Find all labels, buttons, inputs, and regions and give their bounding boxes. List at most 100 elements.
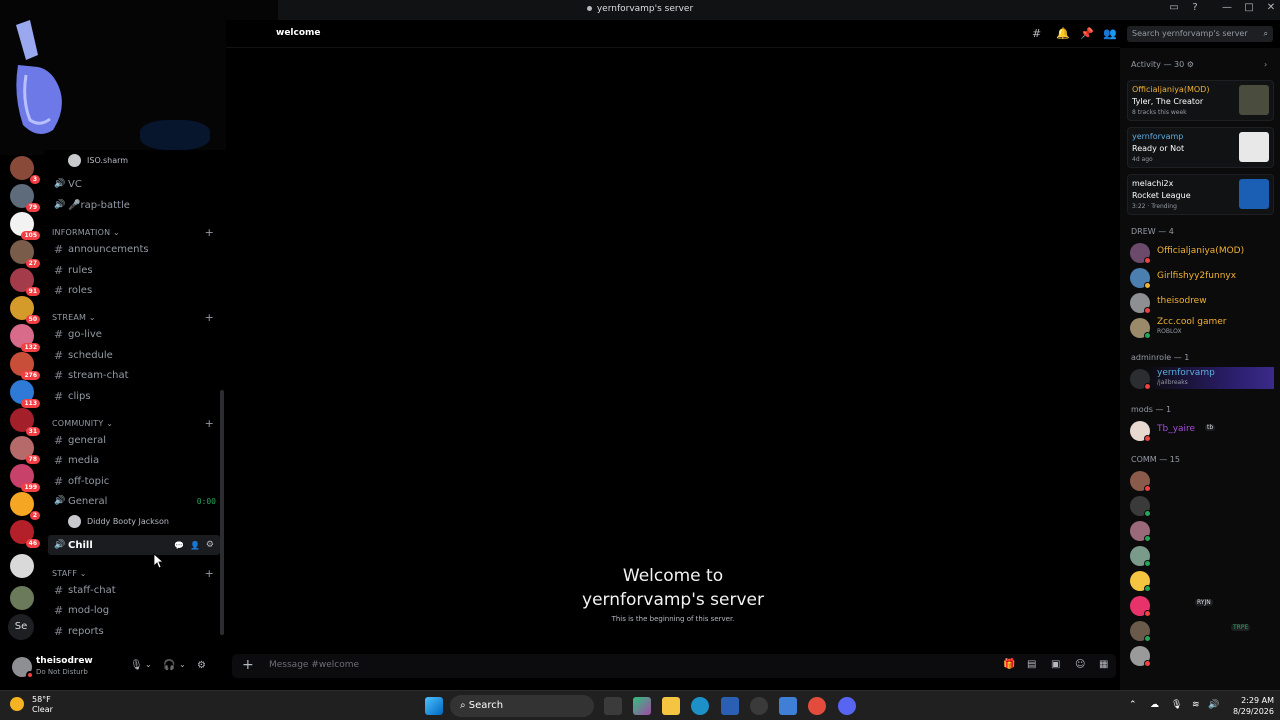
member-item[interactable]: TRPE	[1130, 619, 1274, 642]
member-item[interactable]: Officialjaniya(MOD)	[1130, 241, 1274, 264]
clock[interactable]: 2:29 AM 8/29/2026	[1222, 695, 1274, 717]
voice-channel-chill[interactable]: 🔊 Chill 💬 👤 ⚙	[48, 535, 220, 555]
message-input[interactable]: Message #welcome	[269, 660, 359, 670]
voice-channel-vc[interactable]: 🔊 VC	[48, 174, 220, 194]
member-item[interactable]: Girlfishyy2funnyx	[1130, 266, 1274, 289]
server-icon[interactable]: 46	[10, 520, 40, 548]
chevron-right-icon[interactable]: ›	[1264, 60, 1267, 69]
channel-scrollbar[interactable]	[220, 390, 224, 635]
category-information[interactable]: INFORMATION ⌄ +	[52, 225, 220, 239]
microphone-icon[interactable]: 🎙	[1171, 700, 1182, 710]
microphone-icon[interactable]: 🎙	[130, 660, 143, 671]
channel-reports[interactable]: # reports	[48, 621, 220, 641]
discord-icon[interactable]	[838, 697, 856, 715]
gear-icon[interactable]: ⚙	[197, 660, 206, 671]
server-icon[interactable]	[10, 554, 34, 578]
member-item[interactable]: Tb_yaire tb	[1130, 419, 1274, 442]
channel-stream-chat[interactable]: # stream-chat	[48, 365, 220, 385]
member-item[interactable]	[1130, 519, 1274, 542]
server-icon[interactable]: 50	[10, 296, 40, 324]
message-composer[interactable]: + Message #welcome 🎁 ▤ ▣ ☺ ▦	[232, 654, 1116, 678]
voice-channel-rap-battle[interactable]: 🔊 🎤rap-battle	[48, 195, 220, 215]
server-icon[interactable]: 78	[10, 436, 40, 464]
voice-channel-general[interactable]: 🔊 General 0:00	[48, 491, 220, 511]
server-icon[interactable]: 79	[10, 184, 40, 212]
activity-card[interactable]: Officialjaniya(MOD) Tyler, The Creator 8…	[1127, 80, 1274, 121]
emoji-icon[interactable]: ☺	[1075, 659, 1085, 670]
store-icon[interactable]	[721, 697, 739, 715]
channel-schedule[interactable]: # schedule	[48, 345, 220, 365]
server-icon[interactable]: 3	[10, 156, 40, 184]
members-icon[interactable]: 👥	[1103, 27, 1117, 40]
apps-icon[interactable]: ▦	[1099, 659, 1108, 670]
chrome-icon[interactable]	[808, 697, 826, 715]
server-icon[interactable]: 91	[10, 268, 40, 296]
chevron-down-icon[interactable]: ⌄	[145, 660, 152, 669]
channel-general[interactable]: # general	[48, 430, 220, 450]
member-item[interactable]	[1130, 544, 1274, 567]
channel-roles[interactable]: # roles	[48, 280, 220, 300]
taskbar-search[interactable]: ⌕ Search	[450, 695, 594, 717]
activity-card[interactable]: yernforvamp Ready or Not 4d ago	[1127, 127, 1274, 168]
file-explorer-icon[interactable]	[662, 697, 680, 715]
chat-icon[interactable]: 💬	[174, 541, 184, 550]
server-icon[interactable]: 105	[10, 212, 40, 240]
sticker-icon[interactable]: ▣	[1051, 659, 1060, 670]
close-button[interactable]: ✕	[1264, 2, 1278, 13]
server-icon[interactable]	[10, 586, 34, 610]
voice-user[interactable]: Diddy Booty Jackson	[68, 513, 169, 529]
server-icon[interactable]: 27	[10, 240, 40, 268]
server-icon[interactable]: 113	[10, 380, 40, 408]
member-item[interactable]	[1130, 494, 1274, 517]
server-icon[interactable]: 276	[10, 352, 40, 380]
member-item[interactable]: RYJN	[1130, 594, 1274, 617]
help-icon[interactable]: ?	[1188, 2, 1202, 13]
server-icon[interactable]: 199	[10, 464, 40, 492]
task-view-icon[interactable]	[604, 697, 622, 715]
search-input[interactable]: Search yernforvamp's server ⌕	[1127, 26, 1273, 42]
category-staff[interactable]: STAFF ⌄ +	[52, 566, 220, 580]
steam-icon[interactable]	[750, 697, 768, 715]
add-channel-icon[interactable]: +	[205, 417, 214, 430]
minimize-button[interactable]: —	[1220, 2, 1234, 13]
channel-mod-log[interactable]: # mod-log	[48, 600, 220, 620]
server-icon-text[interactable]: Se	[8, 614, 34, 640]
channel-rules[interactable]: # rules	[48, 260, 220, 280]
member-item[interactable]: yernforvamp/jailbreaks	[1130, 367, 1274, 390]
voice-user[interactable]: ISO.sharm	[68, 152, 128, 168]
category-community[interactable]: COMMUNITY ⌄ +	[52, 416, 220, 430]
invite-icon[interactable]: 👤	[190, 541, 200, 550]
chevron-down-icon[interactable]: ⌄	[179, 660, 186, 669]
chevron-up-icon[interactable]: ⌃	[1129, 700, 1137, 710]
add-channel-icon[interactable]: +	[205, 311, 214, 324]
windows-start-icon[interactable]	[425, 697, 443, 715]
channel-go-live[interactable]: # go-live	[48, 324, 220, 344]
edge-icon[interactable]	[691, 697, 709, 715]
add-channel-icon[interactable]: +	[205, 567, 214, 580]
add-attachment-icon[interactable]: +	[242, 657, 254, 673]
member-item[interactable]	[1130, 569, 1274, 592]
app-icon[interactable]	[779, 697, 797, 715]
volume-icon[interactable]: 🔊	[1208, 700, 1219, 710]
gif-icon[interactable]: ▤	[1027, 659, 1036, 670]
gift-icon[interactable]: 🎁	[1003, 659, 1015, 670]
channel-off-topic[interactable]: # off-topic	[48, 471, 220, 491]
cloud-icon[interactable]: ☁	[1150, 700, 1159, 710]
bell-icon[interactable]: 🔔	[1056, 27, 1070, 40]
gear-icon[interactable]: ⚙	[206, 540, 214, 550]
channel-staff-chat[interactable]: # staff-chat	[48, 580, 220, 600]
pin-icon[interactable]: 📌	[1080, 27, 1094, 40]
add-channel-icon[interactable]: +	[205, 226, 214, 239]
server-icon[interactable]: 132	[10, 324, 40, 352]
server-icon[interactable]: 31	[10, 408, 40, 436]
activity-card[interactable]: melachi2x Rocket League 3:22 · Trending	[1127, 174, 1274, 215]
wifi-icon[interactable]: ≋	[1192, 700, 1200, 710]
member-item[interactable]: theisodrew	[1130, 291, 1274, 314]
headphones-icon[interactable]: 🎧	[163, 660, 175, 671]
channel-announcements[interactable]: # announcements	[48, 239, 220, 259]
copilot-icon[interactable]	[633, 697, 651, 715]
channel-clips[interactable]: # clips	[48, 386, 220, 406]
inbox-icon[interactable]: ▭	[1167, 2, 1181, 13]
member-item[interactable]	[1130, 644, 1274, 667]
threads-icon[interactable]: #	[1032, 27, 1041, 40]
